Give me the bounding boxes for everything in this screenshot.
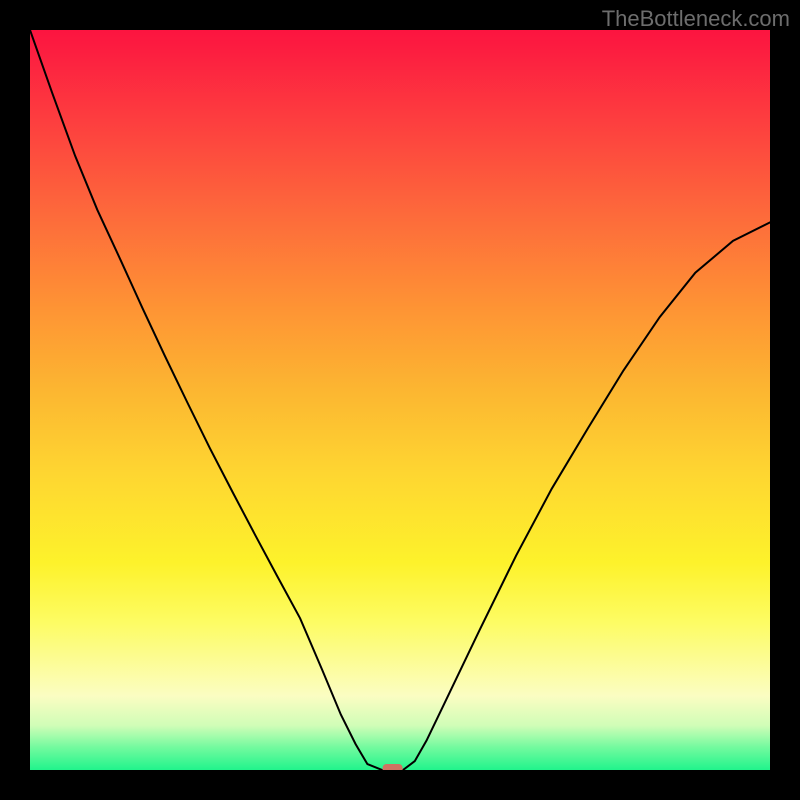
plot-svg bbox=[30, 30, 770, 770]
minimum-marker bbox=[383, 764, 403, 770]
bottleneck-curve bbox=[30, 30, 770, 770]
watermark-text: TheBottleneck.com bbox=[602, 6, 790, 32]
chart-frame: TheBottleneck.com bbox=[0, 0, 800, 800]
plot-background-gradient bbox=[30, 30, 770, 770]
